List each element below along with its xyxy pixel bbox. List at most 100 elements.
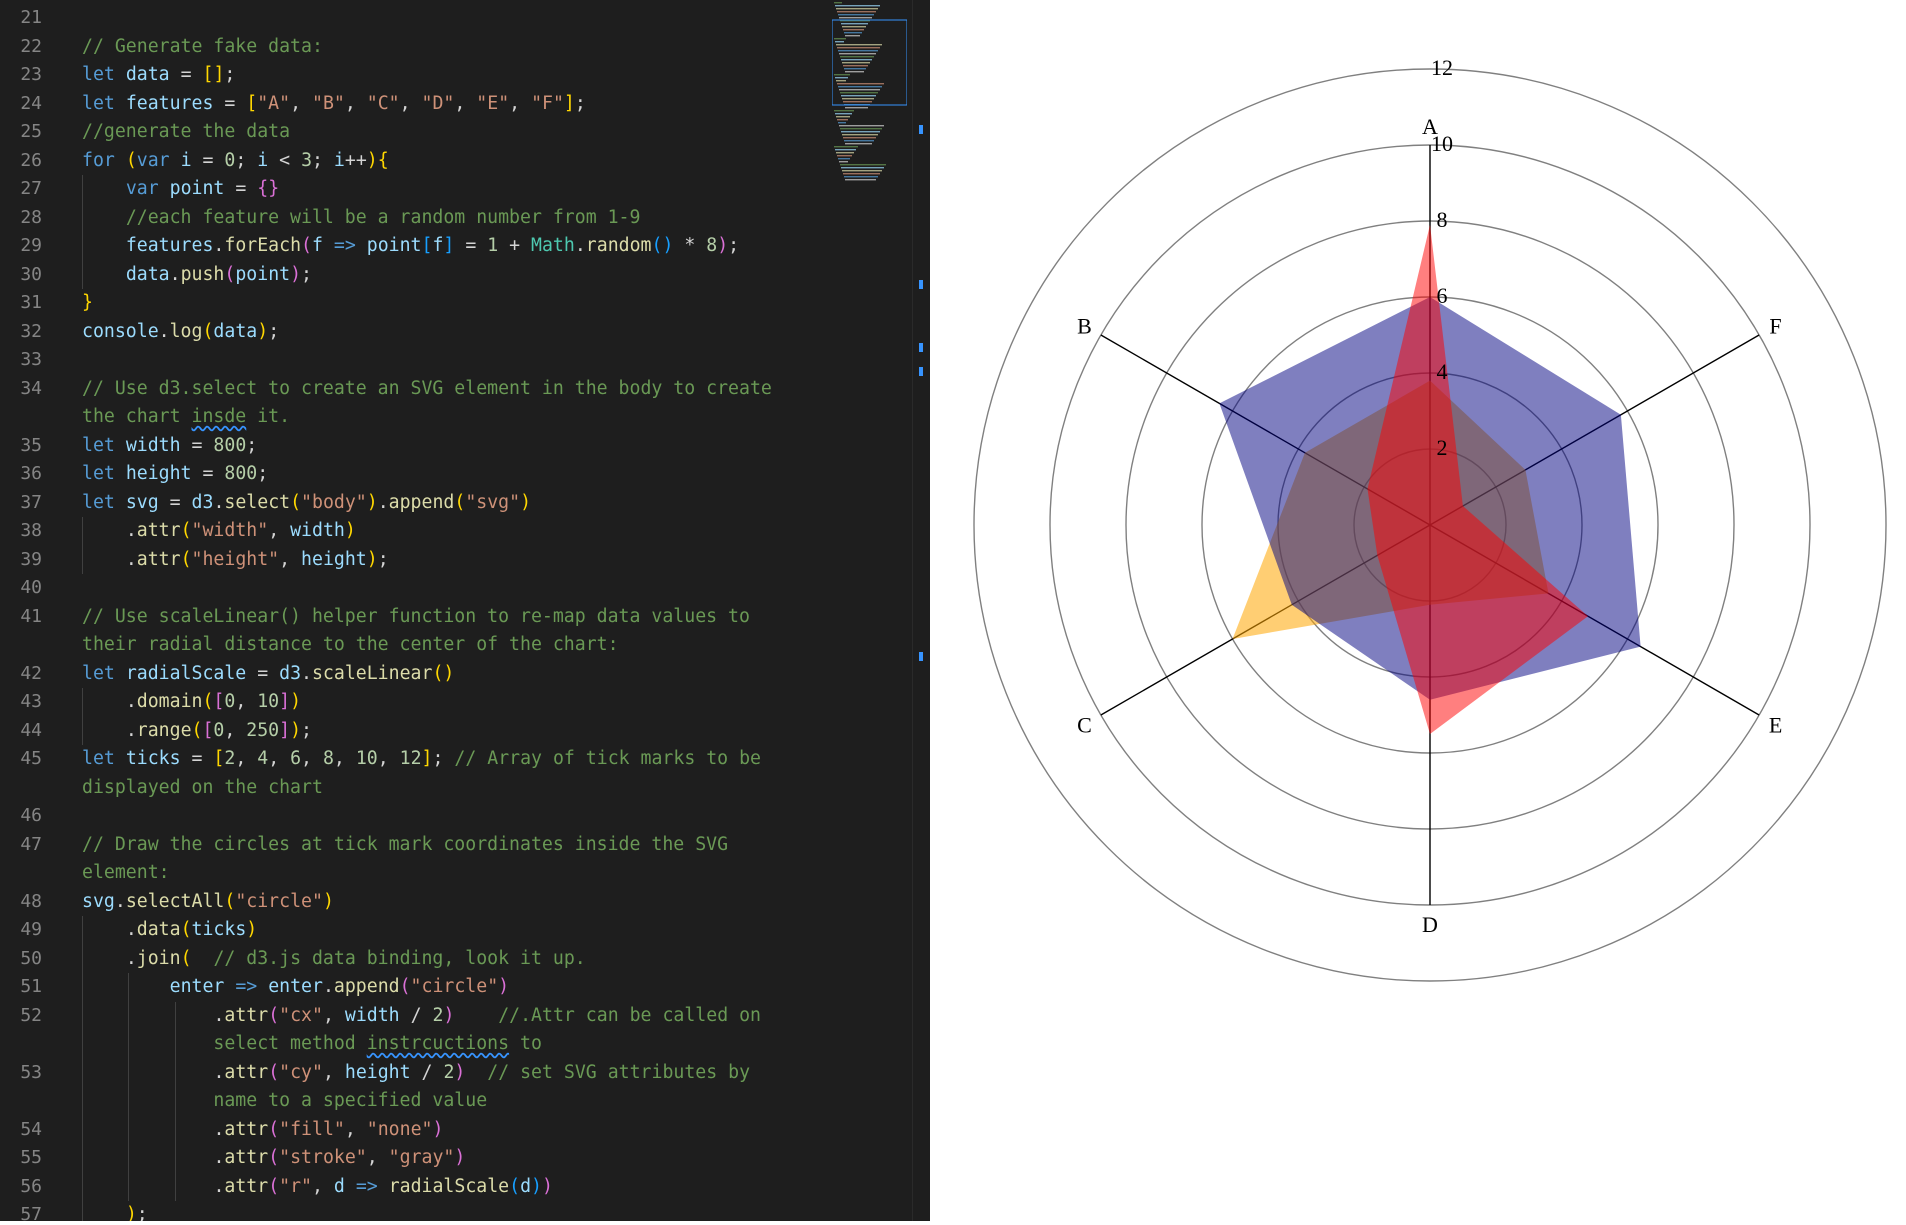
line-number: 40	[20, 577, 42, 598]
code-line[interactable]: 35 let width = 800;	[0, 432, 900, 461]
code-line[interactable]: 26 for (var i = 0; i < 3; i++){	[0, 147, 900, 176]
code-text[interactable]: svg.selectAll("circle")	[82, 888, 334, 917]
code-line[interactable]: 31}	[0, 289, 900, 318]
code-line[interactable]: 39 .attr("height", height);	[0, 545, 900, 575]
code-text[interactable]: .attr("cy", height / 2) // set SVG attri…	[82, 1059, 750, 1088]
code-line[interactable]: 24 let features = ["A", "B", "C", "D", "E…	[0, 90, 900, 119]
code-text[interactable]: let data = [];	[82, 61, 235, 90]
code-line[interactable]: 36 let height = 800;	[0, 460, 900, 489]
code-text[interactable]: displayed on the chart	[82, 774, 323, 803]
code-text[interactable]: let height = 800;	[82, 460, 268, 489]
line-number: 50	[20, 947, 42, 969]
minimap-line	[844, 140, 874, 142]
code-text[interactable]: select method instrcuctions to	[82, 1030, 542, 1059]
code-text[interactable]: .range([0, 250]);	[82, 717, 312, 746]
code-text[interactable]: }	[82, 289, 93, 318]
code-text[interactable]: .attr("height", height);	[82, 546, 389, 575]
code-line[interactable]: 44 .range([0, 250]);	[0, 716, 900, 746]
code-line[interactable]: 43 .domain([0, 10])	[0, 688, 900, 717]
axis-label: C	[1077, 713, 1092, 738]
minimap-line	[844, 32, 862, 34]
code-text[interactable]: .attr("r", d => radialScale(d))	[82, 1173, 553, 1202]
code-line[interactable]: 52 .attr("cx", width / 2) //.Attr can be…	[0, 1001, 900, 1031]
code-line[interactable]: 48 svg.selectAll("circle")	[0, 888, 900, 917]
code-text[interactable]: for (var i = 0; i < 3; i++){	[82, 147, 389, 176]
minimap-line	[835, 113, 852, 115]
code-text[interactable]: );	[82, 1201, 148, 1221]
line-number: 38	[20, 520, 42, 541]
code-text[interactable]: // Use d3.select to create an SVG elemen…	[82, 375, 772, 404]
code-line[interactable]: 57 );	[0, 1201, 900, 1221]
code-text[interactable]: console.log(data);	[82, 318, 279, 347]
code-text[interactable]: let ticks = [2, 4, 6, 8, 10, 12]; // Arr…	[82, 745, 761, 774]
code-text[interactable]: .domain([0, 10])	[82, 688, 301, 717]
code-text[interactable]: let features = ["A", "B", "C", "D", "E",…	[82, 90, 586, 119]
code-line[interactable]: 55 .attr("stroke", "gray")	[0, 1144, 900, 1173]
code-line[interactable]: 22 // Generate fake data:	[0, 33, 900, 62]
code-text[interactable]: element:	[82, 859, 170, 888]
code-line[interactable]: 53 .attr("cy", height / 2) // set SVG at…	[0, 1058, 900, 1088]
code-line[interactable]: 34 // Use d3.select to create an SVG elem…	[0, 375, 900, 404]
code-line[interactable]: 56 .attr("r", d => radialScale(d))	[0, 1172, 900, 1202]
code-line[interactable]: 41 // Use scaleLinear() helper function t…	[0, 603, 900, 632]
code-line[interactable]: 21	[0, 4, 900, 33]
line-number: 24	[20, 92, 42, 114]
code-text[interactable]: enter => enter.append("circle")	[82, 973, 509, 1002]
code-line[interactable]: 40	[0, 574, 900, 603]
code-line[interactable]: their radial distance to the center of t…	[0, 631, 900, 660]
code-line[interactable]: 28 //each feature will be a random numbe…	[0, 203, 900, 233]
code-line[interactable]: 32 console.log(data);	[0, 318, 900, 347]
code-text[interactable]: //each feature will be a random number f…	[82, 204, 641, 233]
code-line[interactable]: element:	[0, 859, 900, 888]
line-number: 21	[20, 7, 42, 28]
minimap-line	[844, 68, 866, 70]
code-line[interactable]: 45 let ticks = [2, 4, 6, 8, 10, 12]; // A…	[0, 745, 900, 774]
vertical-scrollbar[interactable]	[912, 0, 930, 1221]
code-line[interactable]: 49 .data(ticks)	[0, 916, 900, 945]
code-text[interactable]: data.push(point);	[82, 261, 312, 290]
code-text[interactable]: let radialScale = d3.scaleLinear()	[82, 660, 454, 689]
code-text[interactable]: .data(ticks)	[82, 916, 257, 945]
code-text[interactable]: // Use scaleLinear() helper function to …	[82, 603, 750, 632]
minimap-line	[835, 149, 856, 151]
line-number: 48	[20, 890, 42, 912]
code-line[interactable]: 42 let radialScale = d3.scaleLinear()	[0, 660, 900, 689]
minimap[interactable]	[832, 0, 907, 200]
code-line[interactable]: 23 let data = [];	[0, 61, 900, 90]
code-text[interactable]: .join( // d3.js data binding, look it up…	[82, 945, 586, 974]
line-number: 27	[20, 178, 42, 199]
code-text[interactable]: let width = 800;	[82, 432, 257, 461]
minimap-line	[840, 92, 878, 94]
code-line[interactable]: 30 data.push(point);	[0, 260, 900, 290]
code-line[interactable]: 29 features.forEach(f => point[f] = 1 + …	[0, 232, 900, 261]
code-line[interactable]: 54 .attr("fill", "none")	[0, 1115, 900, 1145]
code-text[interactable]: var point = {}	[82, 175, 279, 204]
code-text[interactable]: //generate the data	[82, 118, 290, 147]
code-text[interactable]: // Generate fake data:	[82, 33, 323, 62]
code-line[interactable]: select method instrcuctions to	[0, 1030, 900, 1059]
code-line[interactable]: 51 enter => enter.append("circle")	[0, 973, 900, 1002]
code-text[interactable]: .attr("stroke", "gray")	[82, 1144, 465, 1173]
code-line[interactable]: 27 var point = {}	[0, 175, 900, 204]
code-text[interactable]: the chart insde it.	[82, 403, 290, 432]
line-number: 26	[20, 149, 42, 171]
code-line[interactable]: 25 //generate the data	[0, 118, 900, 147]
code-line[interactable]: 50 .join( // d3.js data binding, look it…	[0, 944, 900, 974]
code-text[interactable]: features.forEach(f => point[f] = 1 + Mat…	[82, 232, 739, 261]
code-line[interactable]: 33	[0, 346, 900, 375]
code-line[interactable]: 46	[0, 802, 900, 831]
code-line[interactable]: 47 // Draw the circles at tick mark coord…	[0, 831, 900, 860]
code-text[interactable]: name to a specified value	[82, 1087, 487, 1116]
code-text[interactable]: their radial distance to the center of t…	[82, 631, 619, 660]
code-line[interactable]: displayed on the chart	[0, 774, 900, 803]
code-line[interactable]: 38 .attr("width", width)	[0, 517, 900, 546]
code-line[interactable]: the chart insde it.	[0, 403, 900, 432]
code-editor[interactable]: 21 22 // Generate fake data: 23 let data = […	[0, 0, 930, 1221]
code-text[interactable]: .attr("fill", "none")	[82, 1116, 443, 1145]
code-line[interactable]: name to a specified value	[0, 1087, 900, 1116]
code-text[interactable]: let svg = d3.select("body").append("svg"…	[82, 489, 531, 518]
code-text[interactable]: .attr("cx", width / 2) //.Attr can be ca…	[82, 1002, 761, 1031]
code-text[interactable]: // Draw the circles at tick mark coordin…	[82, 831, 728, 860]
code-line[interactable]: 37 let svg = d3.select("body").append("sv…	[0, 489, 900, 518]
code-text[interactable]: .attr("width", width)	[82, 517, 356, 546]
